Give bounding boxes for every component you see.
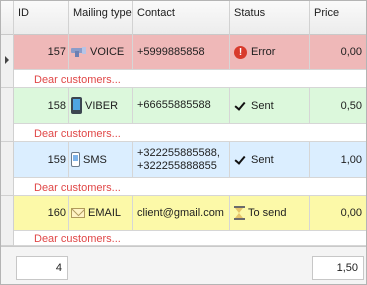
cell-contact: +66655885588 bbox=[133, 88, 230, 123]
message-preview[interactable]: Dear customers... bbox=[14, 231, 366, 246]
cell-id: 159 bbox=[14, 142, 69, 177]
cell-contact: client@gmail.com bbox=[133, 196, 230, 230]
voice-icon bbox=[71, 47, 87, 57]
status-label: Sent bbox=[251, 99, 274, 112]
cell-mailing-type: SMS bbox=[69, 142, 133, 177]
column-header-price[interactable]: Price bbox=[310, 1, 366, 35]
column-header-id[interactable]: ID bbox=[14, 1, 69, 35]
status-label: To send bbox=[248, 207, 287, 219]
column-header-contact[interactable]: Contact bbox=[133, 1, 230, 35]
cell-status: ! Error bbox=[230, 35, 310, 69]
hourglass-icon bbox=[234, 206, 245, 220]
message-preview[interactable]: Dear customers... bbox=[14, 70, 366, 88]
table-row[interactable]: 160 EMAIL client@gmail.com To send 0,00 bbox=[14, 196, 366, 231]
cell-mailing-type: EMAIL bbox=[69, 196, 133, 230]
header-corner bbox=[1, 1, 14, 35]
table-row[interactable]: 159 SMS +322255885588, +322255888855 Sen… bbox=[14, 142, 366, 178]
contact-line-2: +322255888855 bbox=[137, 159, 217, 172]
mailing-type-label: EMAIL bbox=[88, 207, 122, 219]
check-icon bbox=[234, 154, 246, 166]
mobile-phone-icon bbox=[71, 152, 80, 167]
contact-line-1: +322255885588, bbox=[137, 146, 220, 159]
mailing-type-label: VIBER bbox=[85, 99, 119, 112]
status-label: Error bbox=[251, 46, 276, 58]
cell-price: 0,00 bbox=[340, 207, 362, 219]
message-preview[interactable]: Dear customers... bbox=[14, 124, 366, 142]
mailing-type-label: SMS bbox=[83, 153, 107, 166]
message-preview[interactable]: Dear customers... bbox=[14, 178, 366, 196]
cell-price: 1,00 bbox=[340, 153, 362, 166]
grid-header: ID Mailing type Contact Status Price bbox=[1, 1, 366, 35]
table-row[interactable]: 158 VIBER +66655885588 Sent 0,50 bbox=[14, 88, 366, 124]
cell-status: Sent bbox=[230, 88, 310, 123]
error-icon: ! bbox=[234, 45, 247, 59]
mailing-type-label: VOICE bbox=[90, 46, 125, 58]
check-icon bbox=[234, 100, 246, 112]
cell-id: 158 bbox=[14, 88, 69, 123]
table-row[interactable]: 157 VOICE +5999885858 ! Error 0,00 bbox=[14, 35, 366, 70]
row-count-summary: 4 bbox=[16, 256, 68, 280]
cell-status: To send bbox=[230, 196, 310, 230]
cell-contact: +322255885588, +322255888855 bbox=[133, 142, 230, 177]
cell-mailing-type: VIBER bbox=[69, 88, 133, 123]
phone-icon bbox=[71, 97, 82, 114]
current-row-arrow-icon bbox=[5, 56, 9, 64]
price-total-summary: 1,50 bbox=[312, 256, 364, 280]
grid-footer: 4 1,50 bbox=[1, 246, 366, 284]
mailing-grid: ID Mailing type Contact Status Price 157… bbox=[0, 0, 367, 285]
column-header-mailing-type[interactable]: Mailing type bbox=[69, 1, 133, 35]
cell-status: Sent bbox=[230, 142, 310, 177]
cell-mailing-type: VOICE bbox=[69, 35, 133, 69]
cell-contact: +5999885858 bbox=[133, 35, 230, 69]
cell-id: 160 bbox=[14, 196, 69, 230]
cell-id: 157 bbox=[14, 35, 69, 69]
row-indicator-column bbox=[1, 35, 14, 246]
envelope-icon bbox=[71, 208, 85, 218]
cell-price: 0,00 bbox=[340, 46, 362, 58]
column-header-status[interactable]: Status bbox=[230, 1, 310, 35]
cell-price: 0,50 bbox=[340, 99, 362, 112]
status-label: Sent bbox=[251, 153, 274, 166]
